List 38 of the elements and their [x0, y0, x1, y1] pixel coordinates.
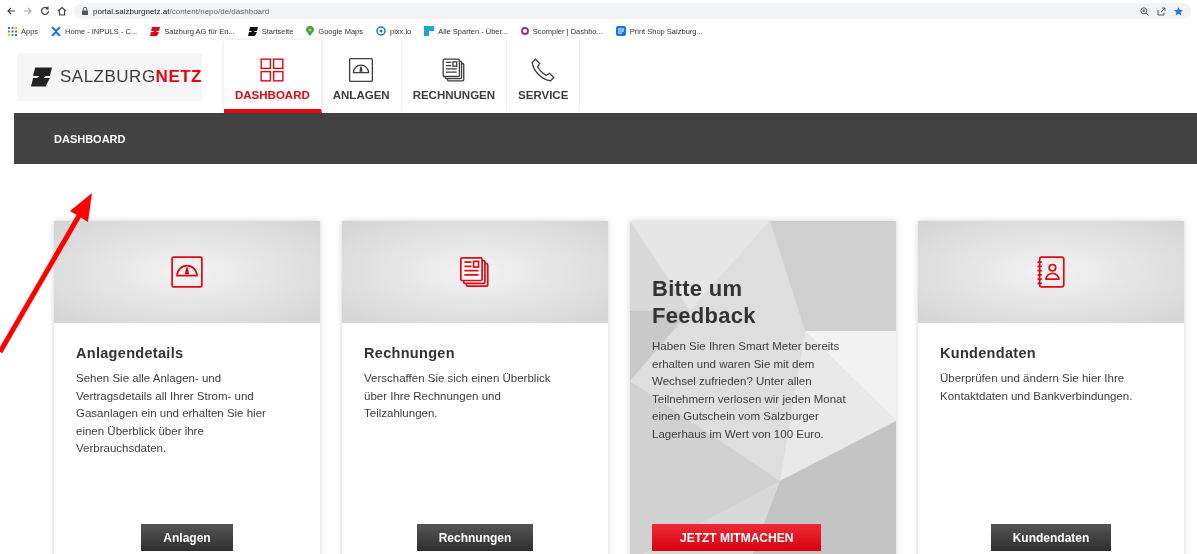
breadcrumb: DASHBOARD	[54, 132, 126, 145]
grid-icon	[259, 57, 286, 83]
card-text: Überprüfen und ändern Sie hier Ihre Kontaktdaten und Bankverbindungen.	[940, 371, 1134, 404]
phone-icon	[530, 57, 557, 83]
gauge-icon	[348, 57, 375, 83]
bookmark-icon	[8, 26, 17, 36]
home-icon[interactable]	[57, 6, 67, 16]
gauge-icon	[170, 255, 204, 289]
documents-icon	[458, 255, 492, 289]
card-title: Kundendaten	[940, 345, 1037, 361]
bookmark-icon	[615, 26, 626, 36]
star-icon[interactable]	[1174, 6, 1183, 16]
lock-icon	[82, 7, 88, 15]
bookmark-icon	[51, 26, 62, 36]
back-icon[interactable]	[6, 6, 16, 16]
card-text: Sehen Sie alle Anlagen- und Vertragsdetails all Ihrer Strom- und Gasanlagen ein und erhalten Sie hier einen Überblick über ihre Verbrauchsdaten.	[76, 371, 267, 456]
card-text: Verschaffen Sie sich einen Überblick über Ihre Rechnungen und Teilzahlungen.	[364, 371, 552, 421]
bookmark-icon	[520, 27, 529, 35]
zoom-icon[interactable]	[1140, 6, 1149, 16]
bookmark-icon	[150, 26, 161, 36]
share-icon[interactable]	[1157, 6, 1166, 16]
card-text: Haben Sie Ihren Smart Meter bereits erhalten und waren Sie mit dem Wechsel zufrieden? Unter allen Teilnehmern verlosen wir jeden Monat einen Gutschein vom Salzburger Lagerhaus im Wert von 100 Euro.	[652, 339, 847, 442]
bookmark-icon	[424, 26, 435, 36]
url-text: portal.salzburgnetz.at/content/nepo/de/dashboard	[93, 6, 271, 16]
card-button[interactable]: Anlagen	[141, 524, 233, 551]
reload-icon[interactable]	[40, 6, 50, 16]
bookmark-icon	[247, 26, 258, 36]
bookmark-icon	[375, 26, 386, 36]
card-title: Rechnungen	[364, 345, 456, 361]
documents-icon	[440, 57, 467, 83]
card-title: Anlagendetails	[76, 345, 185, 361]
card-button[interactable]: Kundendaten	[990, 524, 1112, 551]
address-bar[interactable]: portal.salzburgnetz.at/content/nepo/de/dashboard	[74, 3, 1191, 19]
card-button[interactable]: Rechnungen	[416, 524, 534, 551]
cta-button[interactable]: JETZT MITMACHEN	[652, 524, 822, 551]
card-title: Bitte um Feedback	[652, 275, 757, 329]
logo[interactable]: SALZBURGNETZ	[17, 52, 202, 101]
bookmark-icon	[306, 26, 315, 36]
